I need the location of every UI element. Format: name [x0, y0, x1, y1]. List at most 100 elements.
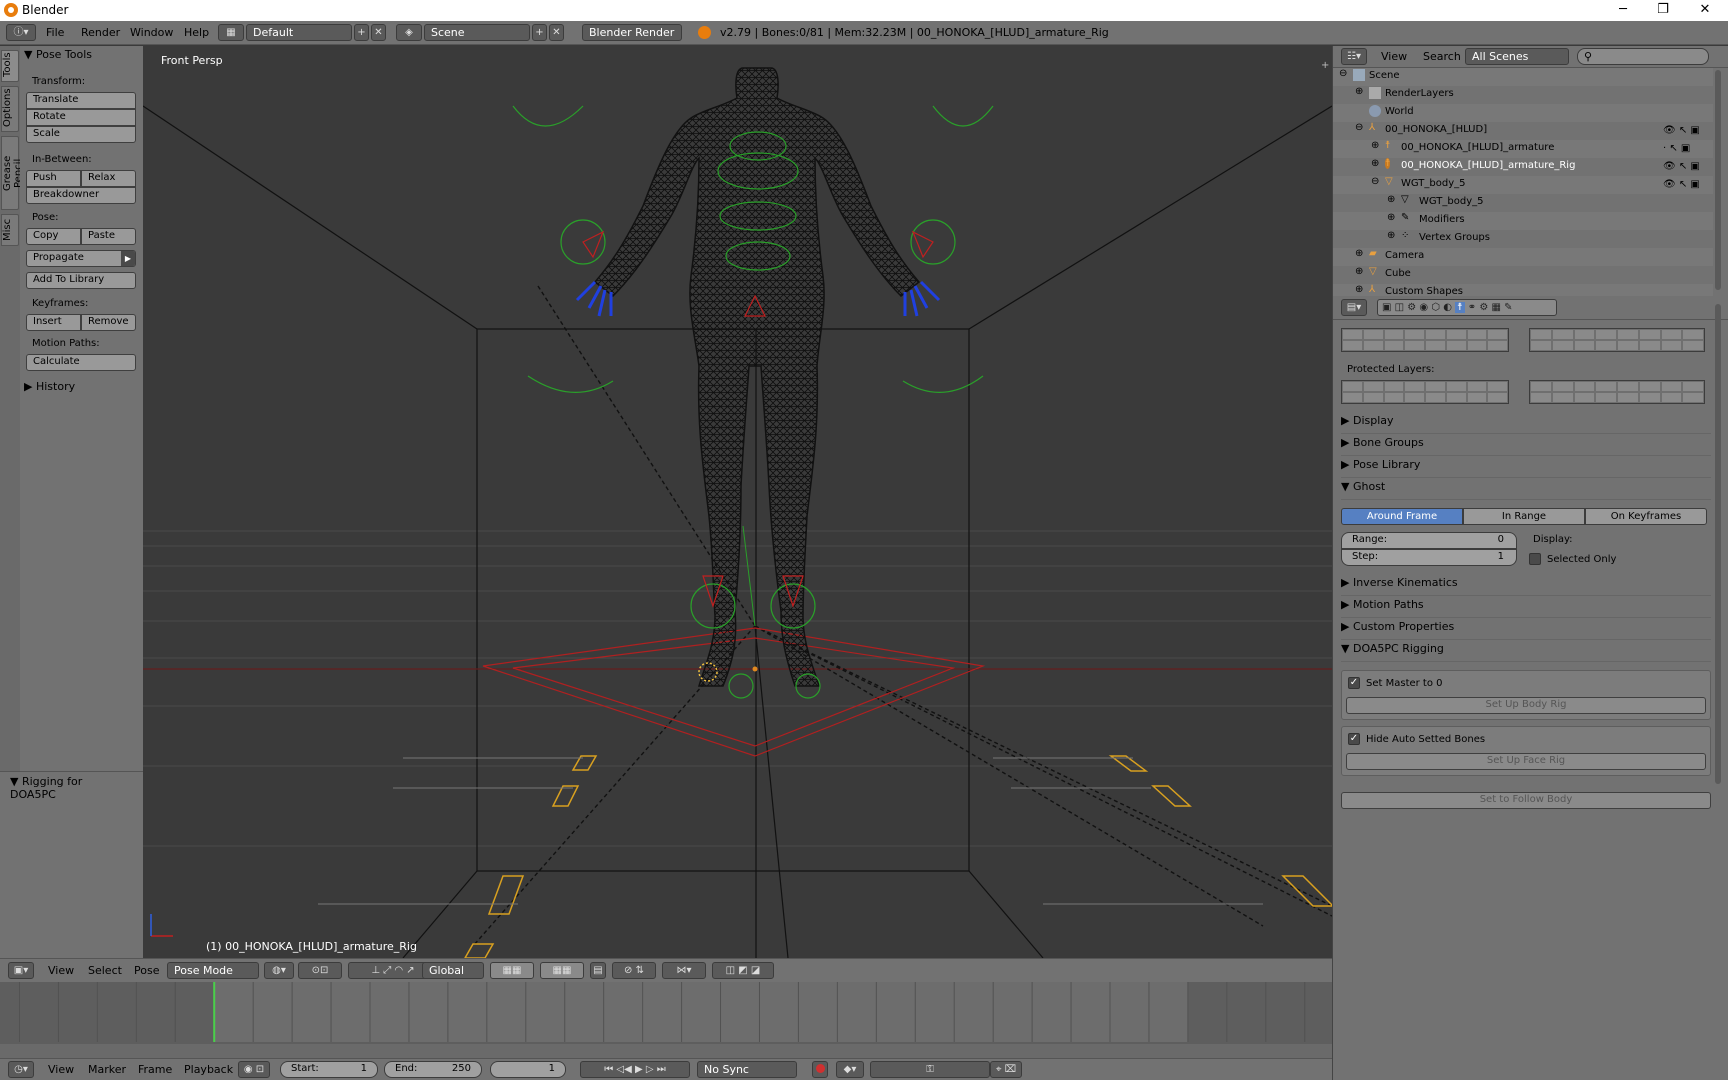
menu-render[interactable]: Render	[81, 26, 120, 39]
ghost-around-frame-button[interactable]: Around Frame	[1341, 508, 1463, 525]
calculate-paths-button[interactable]: Calculate	[26, 354, 136, 371]
propagate-button[interactable]: Propagate ▶	[26, 250, 136, 267]
paste-pose-button[interactable]: Paste	[81, 228, 136, 245]
set-up-face-rig-button[interactable]: Set Up Face Rig	[1346, 753, 1706, 770]
layer-buttons-b[interactable]: ▦▦	[540, 962, 584, 979]
layer-buttons-a[interactable]: ▦▦	[490, 962, 534, 979]
protected-layers-grid-b[interactable]	[1529, 380, 1705, 404]
translate-button[interactable]: Translate	[26, 92, 136, 109]
menu-pose[interactable]: Pose	[134, 964, 159, 977]
visibility-icons[interactable]: 👁 ↖ ▣	[1663, 158, 1713, 176]
copy-pose-button[interactable]: Copy	[26, 228, 81, 245]
visibility-icons[interactable]: · ↖ ▣	[1663, 140, 1713, 158]
outliner-row-modifiers[interactable]: ⊕ ✎ Modifiers	[1333, 212, 1713, 230]
playback-controls-icons[interactable]: ⏮ ◁◀ ▶ ▷ ⏭	[580, 1061, 690, 1078]
transform-orientation-dropdown[interactable]: Global	[422, 962, 484, 979]
set-to-follow-body-button[interactable]: Set to Follow Body	[1341, 792, 1711, 809]
screen-layout-icon[interactable]: ▦	[218, 24, 244, 41]
outliner-row-renderlayers[interactable]: ⊕ RenderLayers	[1333, 86, 1713, 104]
outliner-row-custom-shapes[interactable]: ⊕ ⅄ Custom Shapes	[1333, 284, 1713, 296]
record-icon[interactable]	[812, 1061, 828, 1078]
current-frame-field[interactable]: 1	[490, 1061, 566, 1078]
inverse-kinematics-panel-header[interactable]: ▶ Inverse Kinematics	[1341, 576, 1711, 596]
menu-playback[interactable]: Playback	[184, 1063, 233, 1076]
editor-type-info-icon[interactable]: ⓘ▾	[6, 24, 36, 41]
scene-dropdown[interactable]: Scene	[424, 24, 530, 41]
outliner-row-cube[interactable]: ⊕ ▽ Cube	[1333, 266, 1713, 284]
editor-type-outliner-icon[interactable]: ☷▾	[1341, 48, 1367, 65]
timeline-ruler[interactable]: -50-40-30-20-100102030405060708090100110…	[0, 982, 1332, 1068]
menu-window[interactable]: Window	[130, 26, 173, 39]
outliner-row-wgt-body-mesh[interactable]: ⊕ ▽ WGT_body_5	[1333, 194, 1713, 212]
bone-groups-panel-header[interactable]: ▶ Bone Groups	[1341, 436, 1711, 456]
active-keying-set-field[interactable]: ⚿	[870, 1061, 990, 1078]
layers-grid-a[interactable]	[1341, 328, 1509, 352]
rigging-panel-header[interactable]: ▼ Rigging for DOA5PC	[10, 775, 126, 801]
proportional-edit-icon[interactable]: ⊘ ⇅	[612, 962, 656, 979]
history-panel-header[interactable]: ▶ History	[24, 380, 140, 398]
3d-viewport[interactable]: Front Persp (1) 00_HONOKA_[HLUD]_armatur…	[143, 46, 1332, 958]
menu-frame[interactable]: Frame	[138, 1063, 172, 1076]
render-preview-icons[interactable]: ◫ ◩ ◪	[712, 962, 774, 979]
editor-type-properties-icon[interactable]: ▤▾	[1341, 299, 1367, 316]
outliner-search-input[interactable]: ⚲	[1577, 48, 1709, 65]
viewport-shading-icon[interactable]: ◍▾	[264, 962, 294, 979]
outliner-row-armature-rig[interactable]: ⊕ ☨ 00_HONOKA_[HLUD]_armature_Rig	[1333, 158, 1713, 176]
menu-search[interactable]: Search	[1423, 50, 1461, 63]
mode-dropdown[interactable]: Pose Mode	[167, 962, 259, 979]
set-up-body-rig-button[interactable]: Set Up Body Rig	[1346, 697, 1706, 714]
relax-button[interactable]: Relax	[81, 170, 136, 187]
outliner-display-dropdown[interactable]: All Scenes	[1465, 48, 1569, 65]
pivot-point-icon[interactable]: ⊙⊡	[298, 962, 342, 979]
maximize-button[interactable]: ❐	[1640, 0, 1686, 21]
outliner-row-scene[interactable]: ⊖ Scene	[1333, 68, 1713, 86]
start-frame-field[interactable]: Start: 1	[280, 1061, 378, 1078]
menu-view[interactable]: View	[48, 964, 74, 977]
menu-view[interactable]: View	[1381, 50, 1407, 63]
custom-properties-panel-header[interactable]: ▶ Custom Properties	[1341, 620, 1711, 640]
doa5pc-rigging-panel-header[interactable]: ▼ DOA5PC Rigging	[1341, 642, 1711, 662]
add-scene-icon[interactable]: +	[532, 24, 547, 41]
hide-auto-bones-checkbox[interactable]: ✓	[1348, 733, 1360, 745]
preview-range-icon[interactable]: ◉ ⊡	[238, 1061, 270, 1078]
keyframe-insert-icons[interactable]: ⌖ ⌧	[990, 1061, 1022, 1078]
timeline[interactable]: -50-40-30-20-100102030405060708090100110…	[0, 982, 1332, 1068]
protected-layers-grid-a[interactable]	[1341, 380, 1509, 404]
remove-keyframe-button[interactable]: Remove	[81, 314, 136, 331]
menu-view[interactable]: View	[48, 1063, 74, 1076]
sync-dropdown[interactable]: No Sync	[697, 1061, 797, 1078]
snap-icon[interactable]: ⋈▾	[662, 962, 706, 979]
keying-set-icon[interactable]: ◆▾	[836, 1061, 864, 1078]
visibility-icons[interactable]: 👁 ↖ ▣	[1663, 122, 1713, 140]
properties-scrollbar[interactable]	[1715, 304, 1721, 784]
outliner-row-camera[interactable]: ⊕ ▰ Camera	[1333, 248, 1713, 266]
menu-help[interactable]: Help	[184, 26, 209, 39]
layers-grid-b[interactable]	[1529, 328, 1705, 352]
menu-select[interactable]: Select	[88, 964, 122, 977]
editor-type-3dview-icon[interactable]: ▣▾	[8, 962, 34, 979]
add-layout-icon[interactable]: +	[354, 24, 369, 41]
display-panel-header[interactable]: ▶ Display	[1341, 414, 1711, 434]
remove-scene-icon[interactable]: ✕	[549, 24, 564, 41]
motion-paths-panel-header[interactable]: ▶ Motion Paths	[1341, 598, 1711, 618]
push-button[interactable]: Push	[26, 170, 81, 187]
end-frame-field[interactable]: End: 250	[384, 1061, 482, 1078]
ghost-range-field[interactable]: Range: 0	[1341, 532, 1517, 549]
ghost-step-field[interactable]: Step: 1	[1341, 549, 1517, 566]
tab-grease-pencil[interactable]: Grease Pencil	[1, 136, 24, 210]
outliner-row-honoka[interactable]: ⊖ ⅄ 00_HONOKA_[HLUD]	[1333, 122, 1713, 140]
tab-misc[interactable]: Misc	[1, 214, 19, 246]
insert-keyframe-button[interactable]: Insert	[26, 314, 81, 331]
view-corner-plus-icon[interactable]: +	[1321, 60, 1329, 71]
outliner-row-vertex-groups[interactable]: ⊕ ⁘ Vertex Groups	[1333, 230, 1713, 248]
screen-layout-dropdown[interactable]: Default	[246, 24, 352, 41]
add-to-library-button[interactable]: Add To Library	[26, 272, 136, 289]
remove-layout-icon[interactable]: ✕	[371, 24, 386, 41]
selected-only-checkbox[interactable]	[1529, 553, 1541, 565]
menu-marker[interactable]: Marker	[88, 1063, 126, 1076]
scale-button[interactable]: Scale	[26, 126, 136, 143]
render-engine-dropdown[interactable]: Blender Render	[582, 24, 682, 41]
pose-library-panel-header[interactable]: ▶ Pose Library	[1341, 458, 1711, 478]
outliner-row-armature[interactable]: ⊕ ☨ 00_HONOKA_[HLUD]_armature	[1333, 140, 1713, 158]
pose-tools-panel-header[interactable]: ▼ Pose Tools	[24, 48, 140, 66]
